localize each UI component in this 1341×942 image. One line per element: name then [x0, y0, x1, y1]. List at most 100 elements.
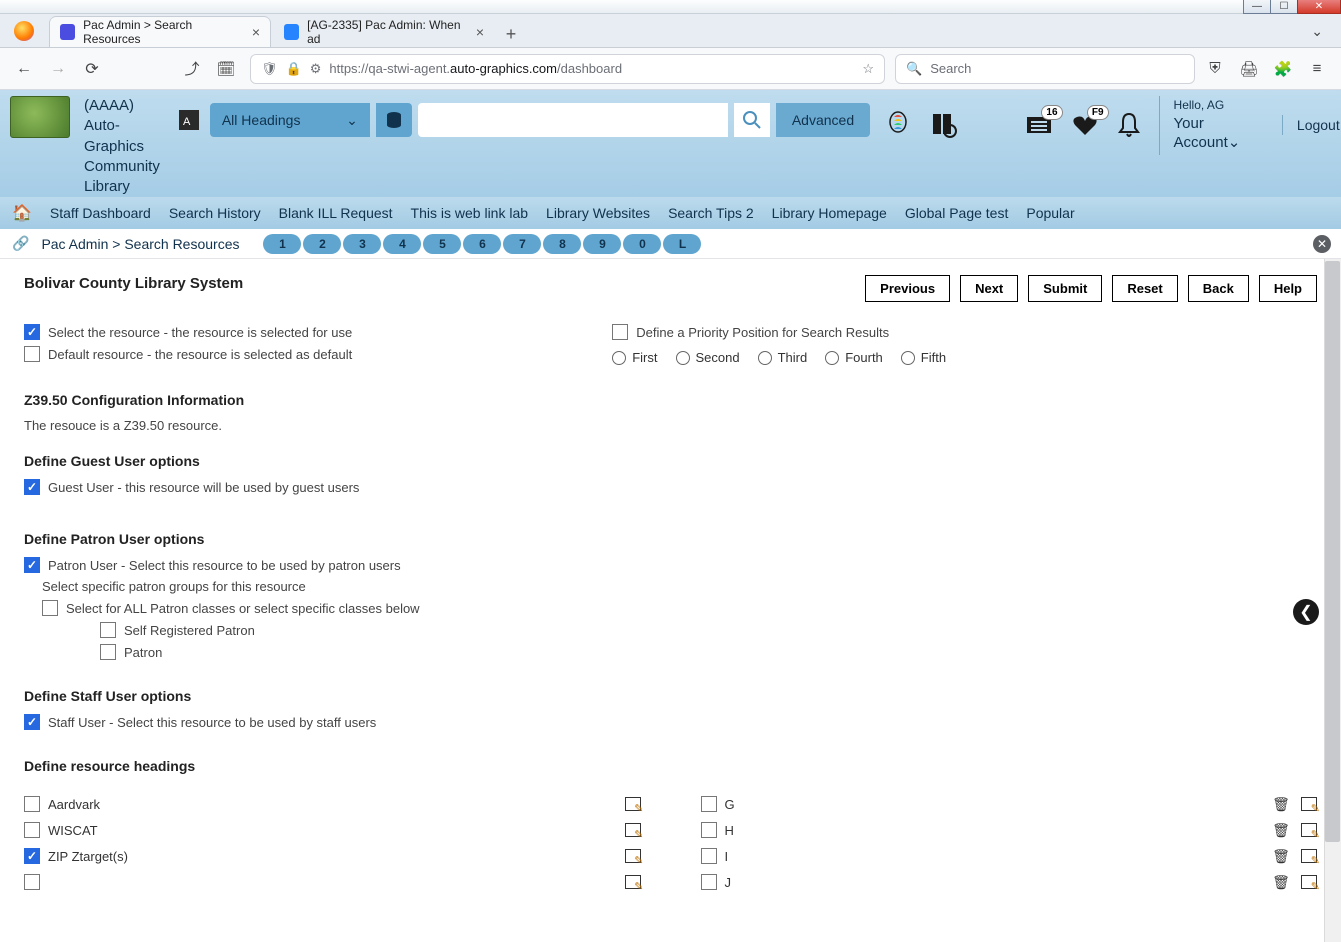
edit-icon[interactable] [625, 822, 641, 838]
edit-icon[interactable] [625, 796, 641, 812]
scrollbar[interactable] [1324, 259, 1341, 942]
maximize-button[interactable]: ☐ [1270, 0, 1298, 14]
calendar-icon[interactable]: 🗓 [212, 55, 240, 83]
favorites-icon[interactable]: F9 [1071, 113, 1099, 137]
browser-tab-active[interactable]: Pac Admin > Search Resources × [50, 17, 270, 47]
previous-button[interactable]: Previous [865, 275, 950, 302]
minimize-button[interactable]: — [1243, 0, 1271, 14]
new-tab-button[interactable]: + [498, 21, 524, 47]
page-pill[interactable]: 0 [623, 234, 661, 254]
page-pill[interactable]: 1 [263, 234, 301, 254]
heading-checkbox[interactable] [24, 874, 40, 890]
nav-item[interactable]: Blank ILL Request [279, 205, 393, 221]
nav-item[interactable]: This is web link lab [411, 205, 529, 221]
close-breadcrumb-icon[interactable]: ✕ [1313, 235, 1331, 253]
patron-user-checkbox[interactable] [24, 557, 40, 573]
page-pill[interactable]: L [663, 234, 701, 254]
next-button[interactable]: Next [960, 275, 1018, 302]
edit-icon[interactable] [625, 848, 641, 864]
menu-icon[interactable]: ≡ [1303, 55, 1331, 83]
back-button[interactable]: ← [10, 55, 38, 83]
patron-class-checkbox[interactable] [100, 644, 116, 660]
staff-user-checkbox[interactable] [24, 714, 40, 730]
search-button[interactable] [734, 103, 770, 137]
nav-item[interactable]: Library Homepage [772, 205, 887, 221]
reset-button[interactable]: Reset [1112, 275, 1177, 302]
edit-icon[interactable] [1301, 848, 1317, 864]
browser-tab-inactive[interactable]: [AG-2335] Pac Admin: When ad × [274, 17, 494, 47]
page-pill[interactable]: 5 [423, 234, 461, 254]
print-icon[interactable]: 🖨 [1235, 55, 1263, 83]
priority-radio-second[interactable] [676, 351, 690, 365]
notifications-icon[interactable] [1117, 112, 1141, 138]
balloon-icon[interactable] [884, 111, 912, 139]
page-pill[interactable]: 3 [343, 234, 381, 254]
tab-favicon [60, 24, 75, 40]
browser-search-box[interactable]: 🔍 Search [895, 54, 1195, 84]
nav-item[interactable]: Global Page test [905, 205, 1009, 221]
priority-position-checkbox[interactable] [612, 324, 628, 340]
patron-class-checkbox[interactable] [100, 622, 116, 638]
priority-radio-fourth[interactable] [825, 351, 839, 365]
trash-icon[interactable]: 🗑 [1273, 874, 1289, 890]
heading-checkbox[interactable] [701, 848, 717, 864]
close-window-button[interactable]: ✕ [1297, 0, 1341, 14]
save-to-pocket-icon[interactable]: ⛨ [1201, 55, 1229, 83]
guest-user-checkbox[interactable] [24, 479, 40, 495]
nav-item[interactable]: Popular [1026, 205, 1074, 221]
trash-icon[interactable]: 🗑 [1273, 796, 1289, 812]
list-badge: 16 [1041, 105, 1062, 120]
nav-item[interactable]: Library Websites [546, 205, 650, 221]
patron-all-checkbox[interactable] [42, 600, 58, 616]
priority-radio-fifth[interactable] [901, 351, 915, 365]
heading-checkbox[interactable] [24, 796, 40, 812]
edit-icon[interactable] [1301, 822, 1317, 838]
back-button[interactable]: Back [1188, 275, 1249, 302]
home-icon[interactable]: 🏠 [12, 203, 32, 223]
heading-checkbox[interactable] [24, 822, 40, 838]
heading-checkbox[interactable] [24, 848, 40, 864]
heading-checkbox[interactable] [701, 874, 717, 890]
default-resource-checkbox[interactable] [24, 346, 40, 362]
edit-icon[interactable] [1301, 874, 1317, 890]
list-icon[interactable]: 16 [1025, 113, 1053, 137]
address-bar[interactable]: 🛡 🔒 ⚙ https://qa-stwi-agent.auto-graphic… [250, 54, 885, 84]
database-icon[interactable] [376, 103, 412, 137]
advanced-search-button[interactable]: Advanced [776, 103, 870, 137]
edit-icon[interactable] [625, 874, 641, 890]
trash-icon[interactable]: 🗑 [1273, 848, 1289, 864]
bookmark-star-icon[interactable]: ☆ [862, 61, 874, 77]
priority-radio-first[interactable] [612, 351, 626, 365]
heading-checkbox[interactable] [701, 822, 717, 838]
page-pill[interactable]: 7 [503, 234, 541, 254]
headings-select[interactable]: All Headings ⌄ [210, 103, 370, 137]
reload-button[interactable]: ⟳ [78, 55, 106, 83]
help-button[interactable]: Help [1259, 275, 1317, 302]
trash-icon[interactable]: 🗑 [1273, 822, 1289, 838]
breadcrumb-text[interactable]: Pac Admin > Search Resources [41, 236, 239, 252]
page-pill[interactable]: 4 [383, 234, 421, 254]
research-icon[interactable] [930, 111, 958, 139]
pocket-icon[interactable]: ⤴ [178, 55, 206, 83]
logout-link[interactable]: Logout [1282, 115, 1341, 135]
tab-close-icon[interactable]: × [252, 24, 260, 40]
page-pill[interactable]: 2 [303, 234, 341, 254]
nav-item[interactable]: Staff Dashboard [50, 205, 151, 221]
nav-item[interactable]: Search Tips 2 [668, 205, 754, 221]
edit-icon[interactable] [1301, 796, 1317, 812]
priority-radio-third[interactable] [758, 351, 772, 365]
select-resource-checkbox[interactable] [24, 324, 40, 340]
submit-button[interactable]: Submit [1028, 275, 1102, 302]
heading-checkbox[interactable] [701, 796, 717, 812]
page-pill[interactable]: 9 [583, 234, 621, 254]
page-pill[interactable]: 6 [463, 234, 501, 254]
nav-item[interactable]: Search History [169, 205, 261, 221]
tab-close-icon[interactable]: × [476, 24, 484, 40]
extensions-icon[interactable]: 🧩 [1269, 55, 1297, 83]
language-icon[interactable]: A [174, 105, 204, 135]
tabs-dropdown-icon[interactable]: ⌄ [1311, 23, 1323, 40]
forward-button[interactable]: → [44, 55, 72, 83]
account-menu[interactable]: Hello, AG Your Account⌄ [1159, 96, 1264, 155]
main-search-input[interactable] [418, 103, 728, 137]
page-pill[interactable]: 8 [543, 234, 581, 254]
